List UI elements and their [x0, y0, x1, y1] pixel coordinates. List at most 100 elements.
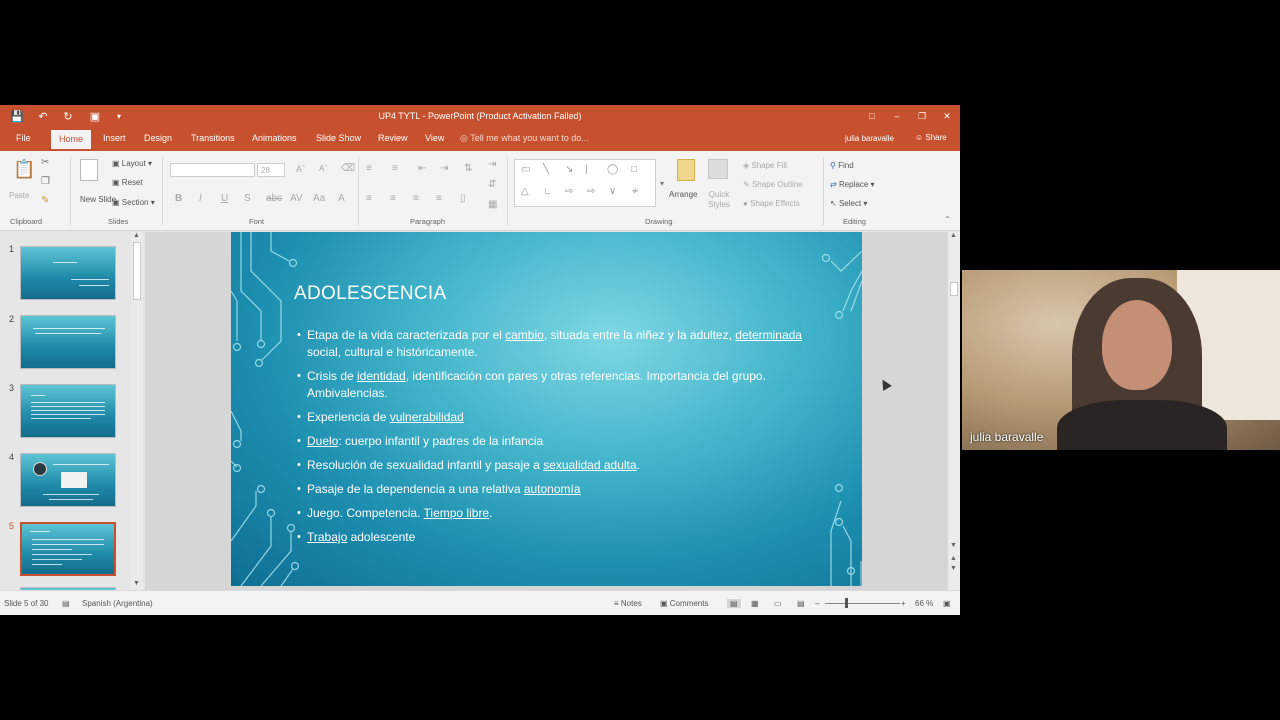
- more-shapes-icon[interactable]: ▾: [660, 179, 664, 188]
- vertical-line-icon[interactable]: |: [585, 164, 588, 175]
- find-button[interactable]: ⚲ Find: [830, 161, 854, 170]
- arrange-icon[interactable]: [677, 159, 695, 181]
- slide-thumbnail-4[interactable]: [20, 453, 116, 507]
- participant-video-tile[interactable]: julia baravalle: [962, 270, 1280, 450]
- slide-thumbnail-1[interactable]: [20, 246, 116, 300]
- ribbon-display-options-icon[interactable]: □: [864, 108, 880, 124]
- layout-button[interactable]: ▣ Layout ▾: [112, 159, 152, 168]
- normal-view-icon[interactable]: ▤: [727, 599, 741, 608]
- hyperlink-text[interactable]: cambio: [505, 328, 544, 342]
- change-case-icon[interactable]: Aa: [313, 193, 325, 204]
- new-slide-icon[interactable]: [80, 159, 98, 181]
- oval-shape-icon[interactable]: ◯: [607, 164, 618, 175]
- tab-review[interactable]: Review: [378, 133, 408, 143]
- zoom-slider-handle[interactable]: [845, 598, 848, 608]
- center-icon[interactable]: ≡: [390, 193, 396, 204]
- hyperlink-text[interactable]: sexualidad adulta: [543, 458, 636, 472]
- tab-view[interactable]: View: [425, 133, 444, 143]
- italic-icon[interactable]: I: [199, 193, 202, 204]
- restore-icon[interactable]: ❐: [914, 108, 930, 124]
- smartart-icon[interactable]: ▦: [488, 199, 497, 210]
- right-arrow-shape-icon[interactable]: ⇨: [565, 186, 573, 197]
- slide-bullet-item[interactable]: • Resolución de sexualidad infantil y pas…: [297, 457, 837, 474]
- language-indicator[interactable]: Spanish (Argentina): [82, 599, 153, 608]
- shape-effects-button[interactable]: ● Shape Effects: [743, 199, 800, 208]
- slide-bullet-item[interactable]: • Juego. Competencia. Tiempo libre.: [297, 505, 837, 522]
- hyperlink-text[interactable]: determinada: [735, 328, 802, 342]
- font-name-dropdown[interactable]: [170, 163, 255, 177]
- scrollbar-thumb[interactable]: [133, 242, 141, 300]
- user-name[interactable]: julia baravalle: [845, 134, 894, 143]
- rectangle-shape-icon[interactable]: ▭: [521, 164, 530, 175]
- scrollbar-thumb[interactable]: [950, 282, 958, 296]
- shape-outline-button[interactable]: ✎ Shape Outline: [743, 180, 803, 189]
- align-right-icon[interactable]: ≡: [413, 193, 419, 204]
- select-button[interactable]: ↖ Select ▾: [830, 199, 867, 208]
- tell-me-box[interactable]: ◎ Tell me what you want to do...: [460, 133, 589, 144]
- hyperlink-text[interactable]: Trabajo: [307, 530, 347, 544]
- align-text-icon[interactable]: ⇵: [488, 179, 496, 190]
- reset-button[interactable]: ▣ Reset: [112, 178, 143, 187]
- hyperlink-text[interactable]: autonomía: [524, 482, 581, 496]
- format-painter-icon[interactable]: ✎: [41, 195, 49, 206]
- text-shadow-icon[interactable]: S: [244, 193, 251, 204]
- replace-button[interactable]: ⇄ Replace ▾: [830, 180, 875, 189]
- slide-thumbnail-5[interactable]: [20, 522, 116, 576]
- justify-icon[interactable]: ≡: [436, 193, 442, 204]
- cut-icon[interactable]: ✂: [41, 157, 49, 168]
- textbox-icon[interactable]: □: [631, 164, 637, 175]
- underline-icon[interactable]: U: [221, 193, 228, 204]
- slide-bullet-list[interactable]: • Etapa de la vida caracterizada por el c…: [297, 327, 837, 553]
- slide-bullet-item[interactable]: • Trabajo adolescente: [297, 529, 837, 546]
- section-button[interactable]: ▣ Section ▾: [112, 198, 155, 207]
- slide-bullet-item[interactable]: • Duelo: cuerpo infantil y padres de la i…: [297, 433, 837, 450]
- slide-title[interactable]: ADOLESCENCIA: [294, 283, 446, 305]
- scroll-down-icon[interactable]: ▼: [950, 542, 957, 549]
- grow-font-icon[interactable]: Aˆ: [296, 164, 305, 174]
- collapse-ribbon-icon[interactable]: ⌃: [944, 215, 951, 224]
- hyperlink-text[interactable]: Tiempo libre: [424, 506, 490, 520]
- strikethrough-icon[interactable]: abc: [266, 193, 282, 204]
- zoom-slider[interactable]: [825, 603, 900, 604]
- notes-button[interactable]: ≡ Notes: [614, 599, 642, 608]
- next-slide-icon[interactable]: ▼: [950, 565, 957, 572]
- scroll-up-icon[interactable]: ▲: [133, 232, 140, 239]
- tab-insert[interactable]: Insert: [103, 133, 126, 143]
- shape-fill-button[interactable]: ◈ Shape Fill: [743, 161, 787, 170]
- font-color-icon[interactable]: A: [338, 193, 345, 204]
- slide-bullet-item[interactable]: • Crisis de identidad, identificación con…: [297, 368, 837, 402]
- increase-indent-icon[interactable]: ⇥: [440, 163, 448, 174]
- comments-button[interactable]: ▣ Comments: [660, 599, 708, 608]
- chevron-shape-icon[interactable]: ∨: [609, 186, 616, 197]
- close-icon[interactable]: ✕: [939, 108, 955, 124]
- curve-shape-icon[interactable]: ≁: [631, 186, 639, 197]
- elbow-connector-icon[interactable]: ∟: [543, 186, 553, 197]
- thumbnails-scrollbar[interactable]: ▲ ▼: [131, 232, 143, 590]
- arrange-button[interactable]: Arrange: [669, 190, 697, 199]
- arrow-line-icon[interactable]: ↘: [565, 164, 573, 175]
- fit-slide-icon[interactable]: ▣: [943, 599, 951, 608]
- previous-slide-icon[interactable]: ▲: [950, 555, 957, 562]
- clear-formatting-icon[interactable]: ⌫: [341, 163, 355, 174]
- tab-home[interactable]: Home: [51, 130, 92, 149]
- align-left-icon[interactable]: ≡: [366, 193, 372, 204]
- quick-styles-icon[interactable]: [708, 159, 728, 179]
- slide-show-icon[interactable]: ▤: [797, 599, 805, 608]
- hyperlink-text[interactable]: Duelo: [307, 434, 338, 448]
- shrink-font-icon[interactable]: Aˇ: [319, 164, 327, 173]
- tab-design[interactable]: Design: [144, 133, 172, 143]
- paste-button[interactable]: Paste: [9, 191, 29, 200]
- decrease-indent-icon[interactable]: ⇤: [418, 163, 426, 174]
- block-arrow-icon[interactable]: ⇨: [587, 186, 595, 197]
- text-direction-icon[interactable]: ⇥: [488, 159, 496, 170]
- slide-bullet-item[interactable]: • Pasaje de la dependencia a una relativa…: [297, 481, 837, 498]
- slide-scrollbar[interactable]: ▲ ▼ ▲ ▼: [948, 232, 960, 590]
- shapes-gallery[interactable]: ▭ ╲ ↘ | ◯ □ △ ∟ ⇨ ⇨ ∨ ≁: [514, 159, 656, 207]
- slide-thumbnail-3[interactable]: [20, 384, 116, 438]
- quick-styles-button[interactable]: Quick Styles: [706, 190, 732, 210]
- share-button[interactable]: ☺ Share: [915, 133, 947, 142]
- reading-view-icon[interactable]: ▭: [774, 599, 782, 608]
- slide-editing-area[interactable]: ADOLESCENCIA • Etapa de la vida caracteri…: [145, 232, 948, 590]
- slide-bullet-item[interactable]: • Etapa de la vida caracterizada por el c…: [297, 327, 837, 361]
- slide-bullet-item[interactable]: • Experiencia de vulnerabilidad: [297, 409, 837, 426]
